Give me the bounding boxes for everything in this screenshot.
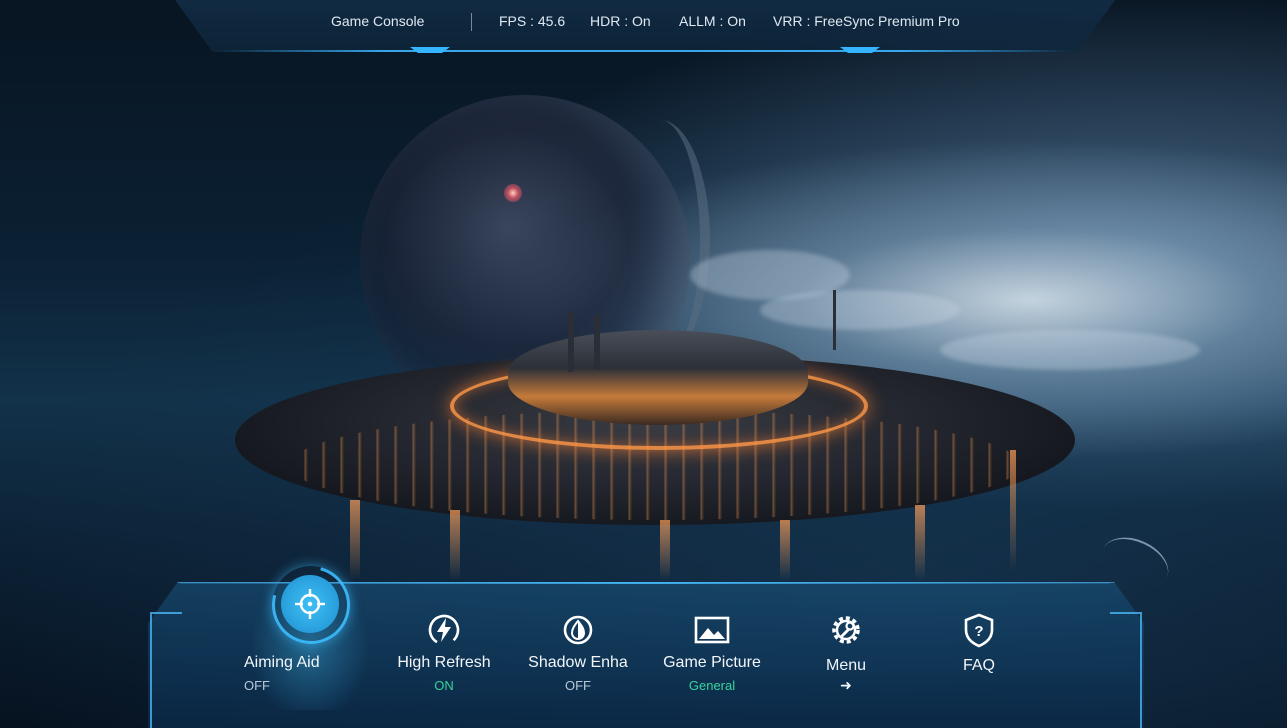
dock-item-high-refresh[interactable]: High Refresh ON [379, 600, 509, 710]
light-beam [350, 500, 360, 580]
dock-wing-left [150, 612, 182, 728]
cloud [760, 290, 960, 330]
allm-status: ALLM : On [679, 13, 746, 29]
svg-text:?: ? [974, 623, 983, 640]
dock-item-label: Menu [825, 657, 867, 674]
vrr-status: VRR : FreeSync Premium Pro [773, 13, 960, 29]
dock-item-status: ON [434, 678, 454, 693]
light-beam [450, 510, 460, 580]
hdr-status: HDR : On [590, 13, 651, 29]
picture-icon [694, 616, 730, 644]
dock-item-game-picture[interactable]: Game Picture General [647, 600, 777, 710]
red-light-dot [504, 184, 522, 202]
top-bar-notch [410, 47, 450, 53]
cloud [940, 330, 1200, 370]
gear-wrench-icon [832, 616, 860, 644]
light-beam [915, 505, 925, 580]
planet-ring [610, 120, 710, 360]
station-spire [594, 315, 600, 370]
console-title: Game Console [331, 13, 425, 29]
dock-item-label: Shadow Enha [528, 654, 628, 671]
dock-wing-right [1110, 612, 1142, 728]
dock-item-faq[interactable]: ? FAQ [914, 600, 1044, 710]
top-bar-notch [840, 47, 880, 53]
contrast-drop-icon [563, 615, 593, 645]
space-station-core [508, 330, 808, 425]
fps-readout: FPS : 45.6 [499, 13, 566, 29]
lightning-icon [428, 614, 460, 646]
light-beam [1010, 450, 1016, 570]
station-spire [568, 312, 574, 372]
dock-item-status: General [688, 678, 736, 693]
light-beam [660, 520, 670, 580]
crosshair-icon [295, 589, 325, 619]
question-shield-icon: ? [964, 613, 994, 648]
station-antenna [833, 290, 836, 350]
light-beam [780, 520, 790, 580]
top-bar-edge [215, 50, 1075, 52]
dock-item-shadow-enhancement[interactable]: Shadow Enha OFF [513, 600, 643, 710]
dock-item-menu[interactable]: Menu ➜ [781, 600, 911, 710]
game-background-scene: Game Console FPS : 45.6 HDR : On ALLM : … [0, 0, 1287, 728]
arrow-right-icon: ➜ [840, 678, 852, 694]
top-bar-separator [471, 13, 472, 31]
dock-item-status: OFF [565, 678, 591, 693]
dock-item-label: FAQ [962, 657, 995, 674]
dock-item-label: High Refresh [397, 654, 491, 671]
dock-item-label: Game Picture [663, 654, 761, 671]
